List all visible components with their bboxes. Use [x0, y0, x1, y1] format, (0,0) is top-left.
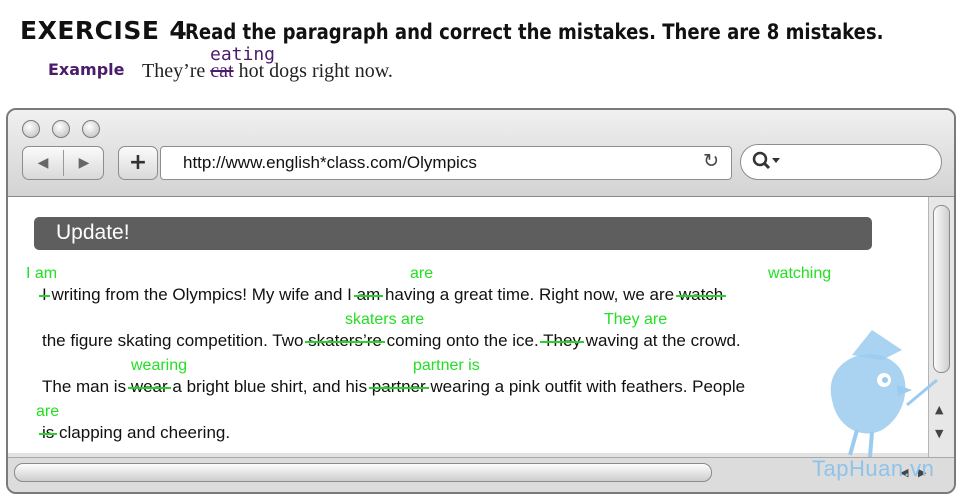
line-1-text-b: having a great time. Right now, we are — [380, 285, 679, 304]
mistake-6: wear — [130, 377, 168, 396]
horizontal-scroll-thumb[interactable] — [14, 463, 712, 482]
correction-6: wearing — [131, 357, 188, 374]
correction-8: are — [36, 403, 60, 420]
update-banner: Update! — [34, 217, 872, 250]
banner-title: Update! — [56, 221, 130, 244]
correction-4: skaters are — [345, 311, 425, 328]
search-field[interactable] — [740, 144, 942, 180]
paragraph-line-3: The man is wear a bright blue shirt, and… — [42, 377, 745, 397]
mistake-2: am — [356, 285, 381, 304]
mistake-4: skaters’re — [308, 331, 382, 350]
page-content: Update! I am are watching skaters are Th… — [8, 197, 928, 453]
example-tag-wrap: Example — [48, 60, 125, 79]
paragraph-line-1: I writing from the Olympics! My wife and… — [42, 285, 723, 305]
reload-icon[interactable]: ↻ — [703, 150, 719, 172]
window-close-button[interactable] — [22, 120, 40, 138]
bird-mascot-icon — [830, 330, 938, 458]
nav-buttons: ◀ ▶ — [22, 146, 104, 180]
line-4-text-a: clapping and cheering. — [54, 423, 231, 442]
mistake-3: watch — [678, 285, 724, 304]
exercise-instruction: Read the paragraph and correct the mista… — [185, 20, 884, 44]
exercise-label: EXERCISE — [20, 16, 160, 45]
forward-icon[interactable]: ▶ — [64, 147, 104, 179]
watermark: TapHuan.vn — [812, 456, 935, 481]
paragraph-line-4: is clapping and cheering. — [42, 423, 230, 443]
example-sentence: They’re cat hot dogs right now. — [142, 60, 393, 83]
address-bar[interactable]: http://www.english*class.com/Olympics ↻ — [160, 146, 732, 180]
line-2-text-b: coming onto the ice. — [381, 331, 544, 350]
exercise-heading: EXERCISE 4 — [20, 16, 187, 45]
search-icon — [752, 151, 780, 170]
line-3-text-c: wearing a pink outfit with feathers. Peo… — [425, 377, 746, 396]
example-after: hot dogs right now. — [238, 60, 393, 82]
correction-1: I am — [26, 265, 58, 282]
correction-3: watching — [768, 265, 832, 282]
back-icon[interactable]: ◀ — [23, 147, 63, 179]
plus-icon[interactable]: + — [118, 146, 158, 180]
mistake-5: They — [543, 331, 581, 350]
line-1-text-a: writing from the Olympics! My wife and I — [46, 285, 357, 304]
line-2-text-a: the figure skating competition. Two — [42, 331, 309, 350]
mistake-8: is — [42, 423, 55, 442]
window-minimize-button[interactable] — [52, 120, 70, 138]
paragraph-line-2: the figure skating competition. Two skat… — [42, 331, 741, 351]
example-struck-word: cat — [210, 60, 234, 82]
line-2-text-c: waving at the crowd. — [580, 331, 741, 350]
url-text: http://www.english*class.com/Olympics — [183, 153, 477, 172]
window-zoom-button[interactable] — [82, 120, 100, 138]
mistake-1: I — [42, 285, 47, 304]
correction-7: partner is — [413, 357, 480, 374]
line-3-text-b: a bright blue shirt, and his — [167, 377, 372, 396]
correction-5: They are — [604, 311, 668, 328]
example-before: They’re — [142, 60, 206, 82]
browser-toolbar: ◀ ▶ + http://www.english*class.com/Olymp… — [8, 110, 954, 197]
correction-2: are — [410, 265, 434, 282]
line-3-text-a: The man is — [42, 377, 131, 396]
mistake-7: partner — [371, 377, 426, 396]
example-tag: Example — [48, 60, 125, 79]
